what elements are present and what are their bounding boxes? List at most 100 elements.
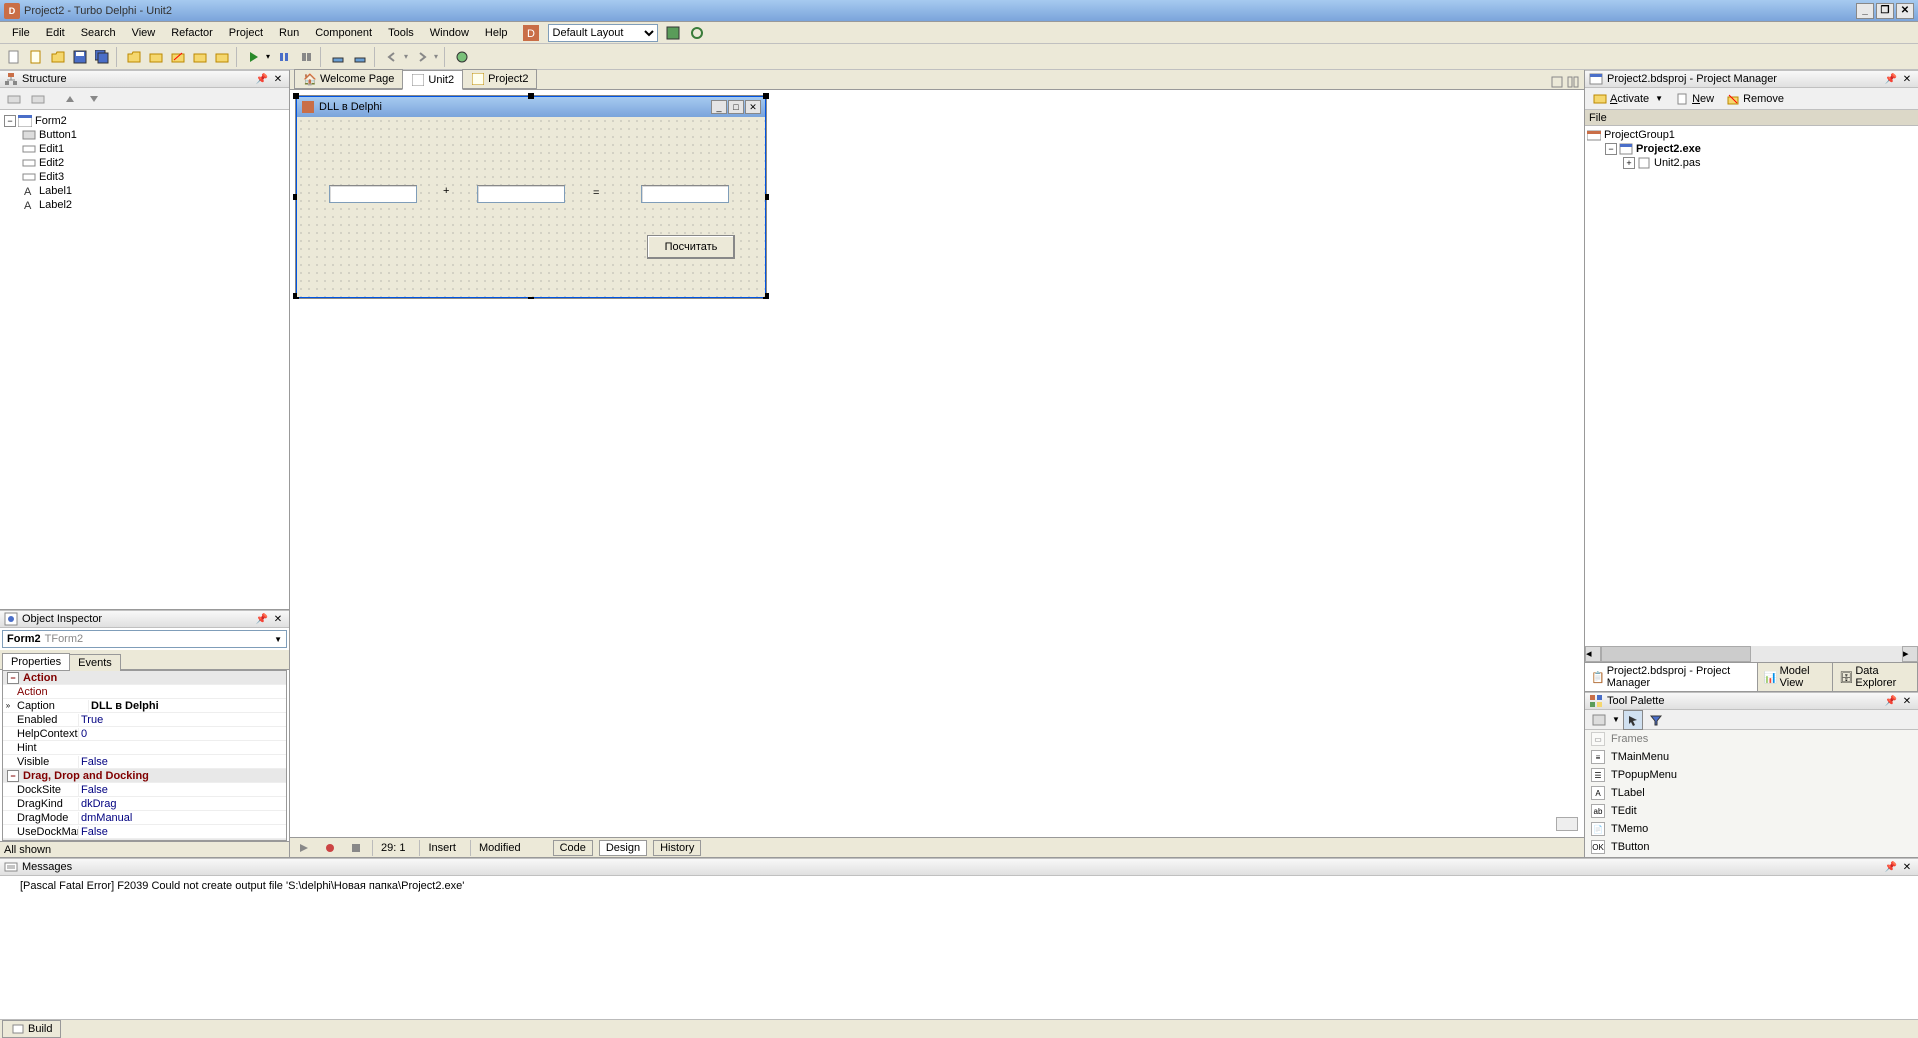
reload-layout-icon[interactable] <box>688 24 706 42</box>
layout-selector[interactable]: Default Layout <box>548 24 658 42</box>
save-icon[interactable] <box>70 47 90 67</box>
oi-prop-row[interactable]: HelpContext0 <box>3 727 286 741</box>
tree-root[interactable]: − Form2 <box>4 114 285 128</box>
menu-refactor[interactable]: Refactor <box>163 25 221 41</box>
scroll-right-icon[interactable]: ▸ <box>1902 646 1918 662</box>
macro-stop-icon[interactable] <box>346 838 366 858</box>
form-client-area[interactable]: + = Посчитать <box>297 117 765 297</box>
close-icon[interactable]: ✕ <box>271 612 285 626</box>
saveall-icon[interactable] <box>92 47 112 67</box>
pin-icon[interactable]: 📌 <box>1884 694 1898 708</box>
close-icon[interactable]: ✕ <box>1900 72 1914 86</box>
macro-play-icon[interactable] <box>294 838 314 858</box>
pin-icon[interactable]: 📌 <box>255 612 269 626</box>
tab-unit2[interactable]: Unit2 <box>402 70 463 90</box>
close-button[interactable]: ✕ <box>1896 3 1914 19</box>
tree-project-group[interactable]: ProjectGroup1 <box>1587 128 1916 142</box>
form-designer[interactable]: DLL в Delphi _ □ ✕ + = Посчитать <box>290 90 1584 837</box>
pm-scrollbar[interactable]: ◂▸ <box>1585 646 1918 662</box>
menu-search[interactable]: Search <box>73 25 124 41</box>
collapse-icon[interactable]: − <box>7 770 19 782</box>
tp-pointer-icon[interactable] <box>1623 710 1643 730</box>
label1-plus[interactable]: + <box>443 185 449 197</box>
oi-category[interactable]: −Drag, Drop and Docking <box>3 769 286 783</box>
oi-prop-value[interactable]: False <box>78 756 286 768</box>
edit1-control[interactable] <box>329 185 417 203</box>
tp-item-label[interactable]: ATLabel <box>1585 784 1918 802</box>
struct-tool1-icon[interactable] <box>4 89 24 109</box>
menu-view[interactable]: View <box>124 25 164 41</box>
tab-properties[interactable]: Properties <box>2 653 70 670</box>
oi-category[interactable]: −Action <box>3 671 286 685</box>
help-icon[interactable] <box>452 47 472 67</box>
pin-icon[interactable]: 📌 <box>255 72 269 86</box>
tp-item-mainmenu[interactable]: ≡TMainMenu <box>1585 748 1918 766</box>
tp-item-frames[interactable]: ▭Frames <box>1585 730 1918 748</box>
oi-prop-value[interactable]: dkDrag <box>78 798 286 810</box>
edit3-control[interactable] <box>641 185 729 203</box>
label2-equals[interactable]: = <box>593 187 599 199</box>
tab-model-view[interactable]: 📊Model View <box>1758 663 1833 691</box>
tp-item-button[interactable]: OKTButton <box>1585 838 1918 856</box>
new-file-icon[interactable] <box>4 47 24 67</box>
messages-body[interactable]: [Pascal Fatal Error] F2039 Could not cre… <box>0 876 1918 1019</box>
oi-component-selector[interactable]: Form2 TForm2 ▼ <box>2 630 287 648</box>
pin-icon[interactable]: 📌 <box>1884 72 1898 86</box>
expand-icon[interactable]: » <box>3 701 13 710</box>
oi-prop-row[interactable]: DockSiteFalse <box>3 783 286 797</box>
pm-tree[interactable]: ProjectGroup1 −Project2.exe +Unit2.pas <box>1585 126 1918 646</box>
menu-file[interactable]: File <box>4 25 38 41</box>
tab-history[interactable]: History <box>653 840 701 856</box>
resize-handle[interactable] <box>528 93 534 99</box>
oi-prop-row[interactable]: UseDockManageFalse <box>3 825 286 839</box>
resize-handle[interactable] <box>763 93 769 99</box>
oi-prop-row[interactable]: »CaptionDLL в Delphi <box>3 699 286 713</box>
menu-window[interactable]: Window <box>422 25 477 41</box>
pm-remove-button[interactable]: Remove <box>1722 90 1788 108</box>
tree-expand-icon[interactable]: + <box>1623 157 1635 169</box>
oi-prop-row[interactable]: Action <box>3 685 286 699</box>
tree-item[interactable]: Edit2 <box>22 156 285 170</box>
macro-record-icon[interactable] <box>320 838 340 858</box>
menu-edit[interactable]: Edit <box>38 25 73 41</box>
menu-component[interactable]: Component <box>307 25 380 41</box>
pin-icon[interactable]: 📌 <box>1884 860 1898 874</box>
struct-down-icon[interactable] <box>84 89 104 109</box>
edit2-control[interactable] <box>477 185 565 203</box>
tab-data-explorer[interactable]: 🗄Data Explorer <box>1833 663 1918 691</box>
forward-icon[interactable] <box>412 47 432 67</box>
tab-code[interactable]: Code <box>553 840 593 856</box>
back-icon[interactable] <box>382 47 402 67</box>
close-icon[interactable]: ✕ <box>271 72 285 86</box>
close-icon[interactable]: ✕ <box>1900 694 1914 708</box>
scroll-thumb[interactable] <box>1601 646 1751 662</box>
tab-events[interactable]: Events <box>69 654 121 671</box>
tab-build[interactable]: Build <box>2 1020 61 1038</box>
oi-prop-value[interactable]: DLL в Delphi <box>88 700 286 712</box>
step-over-icon[interactable] <box>350 47 370 67</box>
tree-project[interactable]: −Project2.exe <box>1605 142 1916 156</box>
collapse-icon[interactable]: − <box>7 672 19 684</box>
tab-project2[interactable]: Project2 <box>462 69 537 89</box>
button1-control[interactable]: Посчитать <box>647 235 735 259</box>
tp-item-edit[interactable]: abTEdit <box>1585 802 1918 820</box>
designer-nav-icon[interactable] <box>1556 817 1578 831</box>
tree-unit[interactable]: +Unit2.pas <box>1623 156 1916 170</box>
resize-handle[interactable] <box>293 93 299 99</box>
scroll-left-icon[interactable]: ◂ <box>1585 646 1601 662</box>
oi-prop-row[interactable]: DragModedmManual <box>3 811 286 825</box>
stop-icon[interactable] <box>296 47 316 67</box>
form-close-button[interactable]: ✕ <box>745 100 761 114</box>
open-icon[interactable] <box>48 47 68 67</box>
oi-prop-value[interactable]: False <box>78 784 286 796</box>
message-line[interactable]: [Pascal Fatal Error] F2039 Could not cre… <box>20 880 1898 892</box>
tree-item[interactable]: Edit3 <box>22 170 285 184</box>
oi-prop-row[interactable]: EnabledTrue <box>3 713 286 727</box>
struct-tool2-icon[interactable] <box>28 89 48 109</box>
editor-opt1-icon[interactable] <box>1550 75 1564 89</box>
new-project-icon[interactable] <box>26 47 46 67</box>
add-source-icon[interactable] <box>146 47 166 67</box>
tree-item[interactable]: ALabel2 <box>22 198 285 212</box>
structure-tree[interactable]: − Form2 Button1 Edit1 Edit2 Edit3 ALabel… <box>0 110 289 609</box>
menu-tools[interactable]: Tools <box>380 25 422 41</box>
